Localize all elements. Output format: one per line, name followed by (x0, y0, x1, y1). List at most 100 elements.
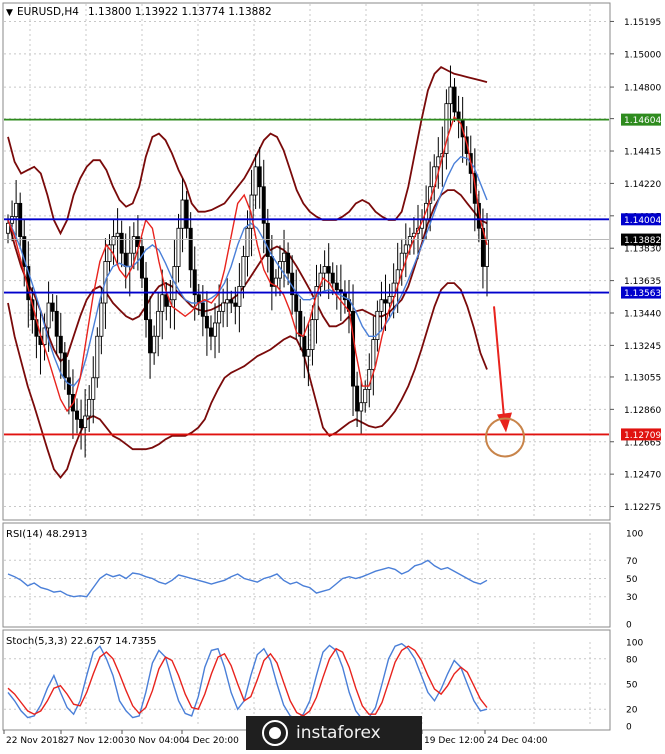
candle-body-bear (229, 299, 234, 304)
level-tag-label-level-blue-upper: 1.14004 (624, 216, 661, 226)
candle-body-bear (192, 269, 197, 296)
time-tick-label: 19 Dec 12:00 (424, 736, 485, 746)
price-panel-frame (2, 2, 611, 521)
candle-body-bull (87, 398, 92, 417)
time-tick-label: 24 Dec 04:00 (487, 736, 548, 746)
time-tick-label: 4 Dec 20:00 (184, 736, 239, 746)
rsi-panel: 100 70 50 30 0 RSI(14) 48.2913 (2, 522, 643, 631)
price-tick-label: 1.14415 (624, 148, 661, 158)
candle-body-bull (111, 236, 116, 246)
chart-canvas: 1.151951.150001.148001.146101.144151.142… (2, 2, 661, 746)
candle-body-bear (355, 385, 360, 412)
candle-body-bull (448, 86, 453, 105)
price-tick-label: 1.12470 (624, 471, 661, 481)
chart-ohlc-label: 1.13800 1.13922 1.13774 1.13882 (88, 6, 272, 18)
instaforex-logo-text: instaforex (296, 723, 381, 743)
sub-tick-label: 0 (626, 621, 632, 631)
candle-body-bull (156, 310, 161, 337)
candle-body-bear (208, 327, 213, 337)
candle-body-bear (62, 352, 67, 379)
price-tick-label: 1.13245 (624, 342, 661, 352)
chart-window: 1.151951.150001.148001.146101.144151.142… (0, 0, 665, 750)
candle-body-bear (54, 310, 59, 337)
candle-body-bear (200, 302, 205, 317)
candle-body-bull (253, 166, 258, 196)
price-tick-label: 1.13440 (624, 310, 661, 320)
price-tick-label: 1.15195 (624, 18, 661, 28)
sub-tick-label: 50 (626, 681, 638, 691)
candle-body-bull (282, 252, 287, 262)
candle-body-bear (79, 418, 84, 429)
candle-body-bull (225, 299, 230, 304)
candle-body-bull (131, 236, 136, 254)
price-tick-label: 1.15000 (624, 50, 661, 60)
candle-body-bear (326, 266, 331, 274)
time-tick-label: 27 Nov 12:00 (63, 736, 124, 746)
candle-body-bull (14, 202, 19, 218)
candle-body-bear (351, 310, 356, 387)
candle-body-bear (233, 302, 238, 307)
candle-body-bear (286, 252, 291, 274)
stoch-axis-ticks: 100 80 50 20 0 (626, 639, 643, 733)
candle-body-bull (180, 199, 185, 229)
candle-body-bear (188, 227, 193, 271)
candle-body-bull (217, 310, 222, 324)
candle-body-bull (371, 339, 376, 370)
sub-tick-label: 30 (626, 593, 638, 603)
candle-body-bull (407, 236, 412, 246)
sub-tick-label: 50 (626, 575, 638, 585)
rsi-label: RSI(14) 48.2913 (6, 529, 87, 540)
candle-body-bear (123, 252, 128, 267)
candle-body-bull (387, 295, 392, 304)
candle-body-bear (334, 282, 339, 291)
candle-body-bear (298, 310, 303, 337)
candle-body-bull (245, 227, 250, 257)
candle-body-bear (330, 272, 335, 284)
candle-body-bear (452, 86, 457, 113)
candle-body-bull (310, 319, 315, 350)
candle-body-bull (436, 156, 441, 168)
rsi-axis-ticks: 100 70 50 30 0 (626, 530, 643, 631)
time-tick-label: 30 Nov 04:00 (124, 736, 185, 746)
candle-body-bull (322, 266, 327, 274)
candle-body-bear (294, 294, 299, 312)
candle-body-bear (75, 410, 80, 420)
candle-body-bear (58, 335, 63, 354)
stoch-label: Stoch(5,3,3) 22.6757 14.7355 (6, 636, 157, 647)
price-tick-label: 1.13055 (624, 373, 661, 383)
candle-body-bull (91, 377, 96, 400)
candle-body-bull (99, 302, 104, 337)
price-tick-label: 1.12860 (624, 406, 661, 416)
sub-tick-label: 100 (626, 639, 643, 649)
sub-tick-label: 70 (626, 557, 638, 567)
candle-body-bear (261, 186, 266, 224)
candle-body-bull (213, 322, 218, 337)
candle-body-bull (152, 335, 157, 354)
candle-body-bull (6, 222, 11, 234)
candle-body-bull (221, 302, 226, 312)
price-tick-label: 1.14220 (624, 180, 661, 190)
candle-body-bull (237, 286, 242, 307)
sub-tick-label: 80 (626, 655, 638, 665)
candle-body-bear (204, 315, 209, 329)
price-tick-label: 1.14800 (624, 84, 661, 94)
candle-body-bear (302, 335, 307, 357)
candle-body-bull (176, 227, 181, 267)
level-tag-label-current-price: 1.13882 (624, 236, 661, 246)
candle-body-bull (363, 389, 368, 404)
candle-body-bear (119, 232, 124, 254)
candle-body-bull (241, 256, 246, 287)
candle-body-bear (184, 199, 189, 229)
candle-body-bear (383, 299, 388, 304)
candle-body-bear (66, 377, 71, 395)
candle-body-bear (144, 277, 149, 321)
instaforex-logo: instaforex (246, 716, 422, 750)
price-tick-label: 1.12275 (624, 503, 661, 513)
chart-symbol-label: EURUSD,H4 (17, 6, 79, 18)
sub-tick-label: 100 (626, 530, 643, 540)
candle-body-bear (50, 302, 55, 312)
candle-body-bull (115, 232, 120, 237)
candle-body-bull (160, 294, 165, 312)
price-tick-label: 1.13830 (624, 245, 661, 255)
candle-body-bull (127, 252, 132, 267)
